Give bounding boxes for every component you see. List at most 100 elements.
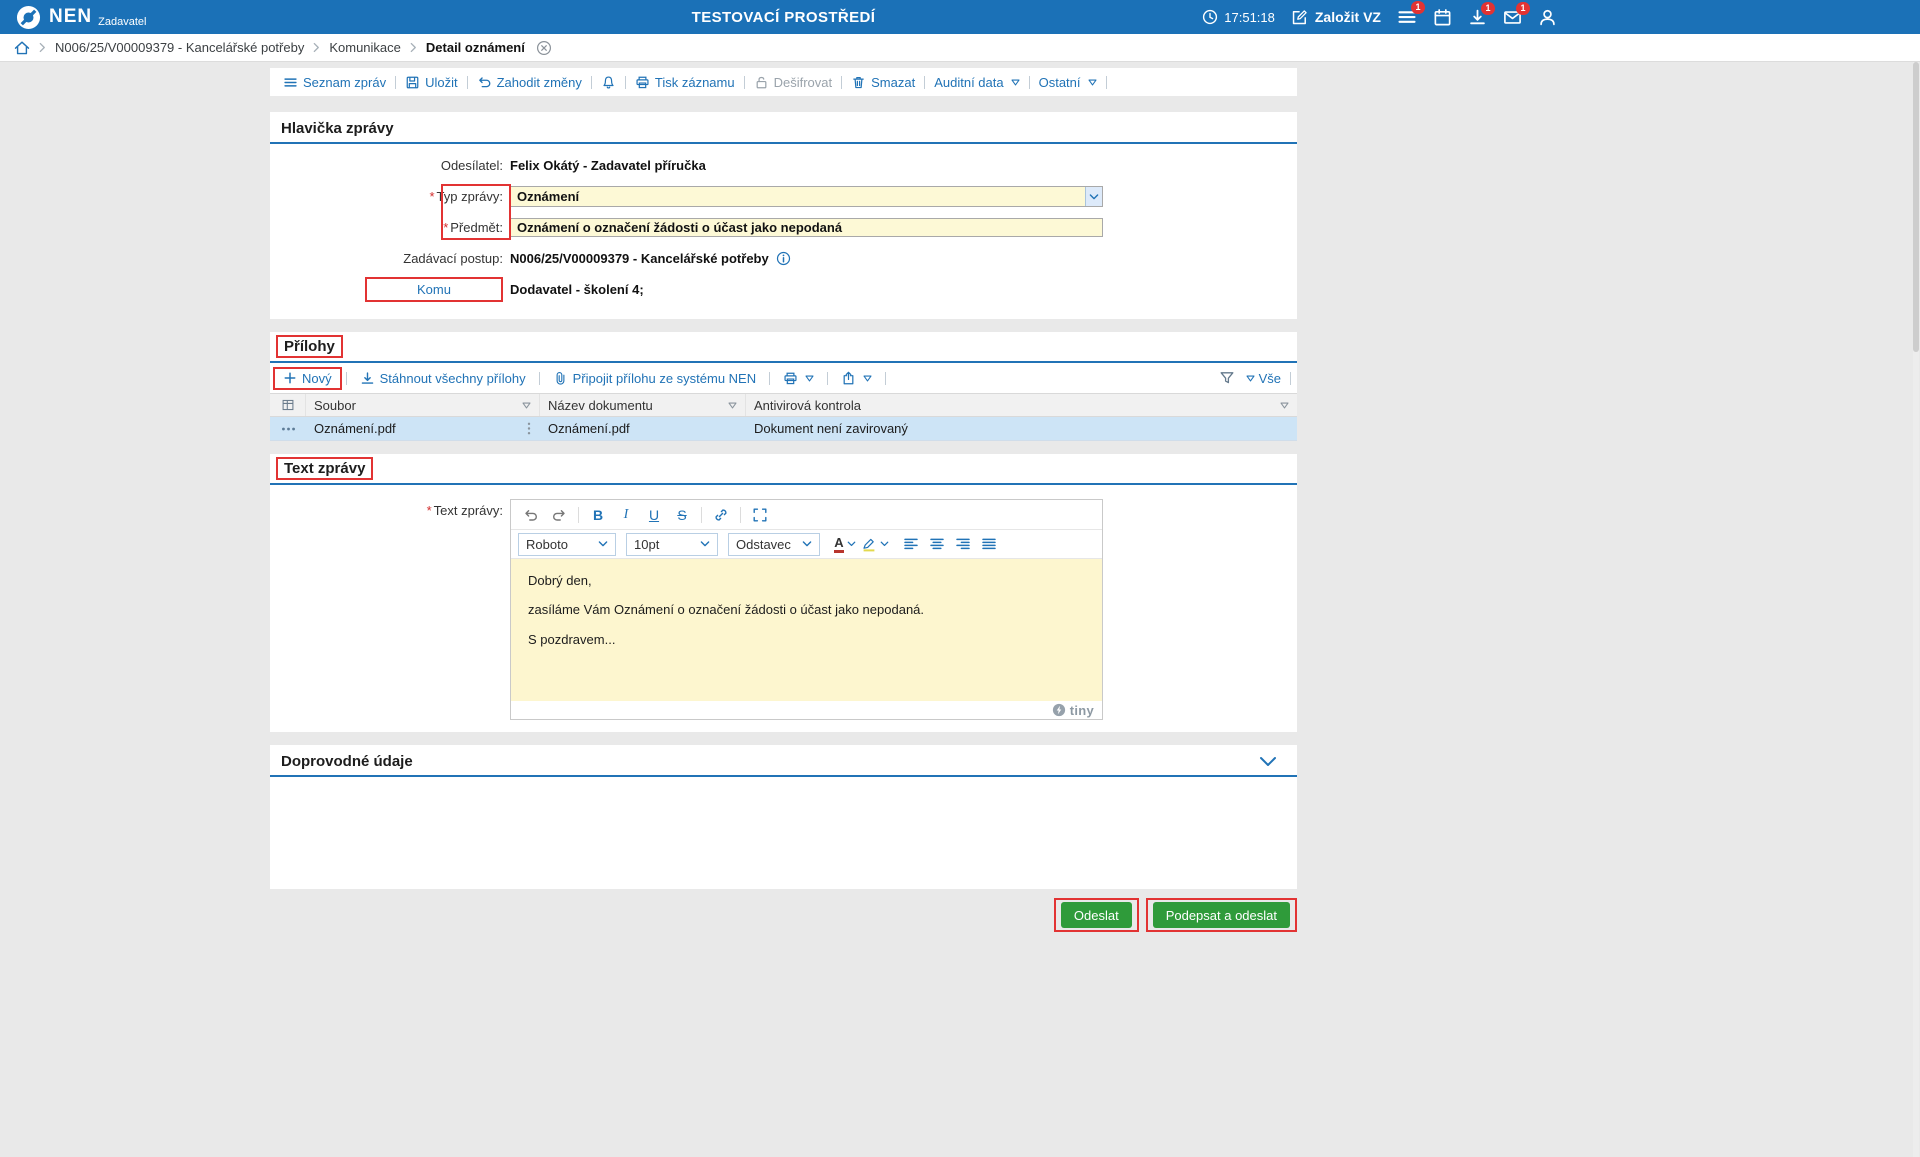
breadcrumb-item-komunikace[interactable]: Komunikace — [329, 40, 401, 55]
smazat-button[interactable]: Smazat — [842, 75, 924, 90]
row-menu-button[interactable] — [270, 417, 306, 440]
profile-button[interactable] — [1538, 8, 1557, 27]
filter-all-button[interactable]: Vše — [1244, 371, 1281, 386]
list-icon — [283, 75, 298, 90]
create-vz-button[interactable]: Založit VZ — [1291, 9, 1381, 26]
strikethrough-button[interactable]: S — [669, 503, 695, 527]
bold-button[interactable]: B — [585, 503, 611, 527]
align-justify-button[interactable] — [976, 532, 1002, 556]
table-row[interactable]: Oznámení.pdf Oznámení.pdf Dokument není … — [270, 417, 1297, 441]
redo-button[interactable] — [546, 503, 572, 527]
filter-chevron-icon[interactable] — [522, 402, 531, 409]
menu-button[interactable]: 1 — [1397, 7, 1417, 27]
printer-icon — [783, 371, 798, 386]
auditni-data-button[interactable]: Auditní data — [925, 75, 1028, 90]
column-header-soubor[interactable]: Soubor — [306, 394, 540, 416]
pripojit-prilohu-button[interactable]: Připojit přílohu ze systému NEN — [544, 371, 766, 386]
align-group — [898, 532, 1002, 556]
tisk-zaznamu-button[interactable]: Tisk záznamu — [626, 75, 744, 90]
cell-nazev[interactable]: Oznámení.pdf — [540, 417, 746, 440]
filter-chevron-icon[interactable] — [1280, 402, 1289, 409]
close-icon — [536, 40, 552, 56]
stahnout-vsechny-button[interactable]: Stáhnout všechny přílohy — [351, 371, 535, 386]
italic-button[interactable]: I — [613, 503, 639, 527]
close-tab-button[interactable] — [536, 40, 552, 56]
komu-link[interactable]: Komu — [367, 279, 501, 300]
unlock-icon — [754, 75, 769, 90]
editor-statusbar: tiny — [511, 701, 1102, 719]
cell-antivir[interactable]: Dokument není zavirovaný — [746, 417, 1297, 440]
chevron-down-icon — [1259, 756, 1277, 767]
underline-button[interactable]: U — [641, 503, 667, 527]
odeslat-button[interactable]: Odeslat — [1061, 902, 1132, 928]
ulozit-button[interactable]: Uložit — [396, 75, 467, 90]
font-size-select[interactable]: 10pt — [626, 533, 718, 556]
chevron-right-icon — [410, 42, 417, 53]
redo-icon — [551, 507, 567, 523]
home-button[interactable] — [14, 40, 30, 56]
column-header-antivir[interactable]: Antivirová kontrola — [746, 394, 1297, 416]
block-format-select[interactable]: Odstavec — [728, 533, 820, 556]
undo-button[interactable] — [518, 503, 544, 527]
column-header-nazev[interactable]: Název dokumentu — [540, 394, 746, 416]
screen: NEN Zadavatel TESTOVACÍ PROSTŘEDÍ 17:51:… — [0, 0, 1920, 932]
required-marker: * — [443, 220, 448, 235]
watchdog-button[interactable] — [592, 75, 625, 90]
collapse-section-button[interactable] — [1259, 756, 1283, 767]
ostatni-button[interactable]: Ostatní — [1030, 75, 1106, 90]
brand-subtitle: Zadavatel — [98, 16, 146, 28]
predmet-input[interactable]: Oznámení o označení žádosti o účast jako… — [510, 218, 1103, 237]
align-right-icon — [955, 536, 971, 552]
align-left-button[interactable] — [898, 532, 924, 556]
divider — [701, 507, 702, 523]
zahodit-zmeny-button[interactable]: Zahodit změny — [468, 75, 591, 90]
divider — [346, 372, 347, 385]
calendar-button[interactable] — [1433, 8, 1452, 27]
messages-button[interactable]: 1 — [1503, 8, 1522, 27]
print-attachments-button[interactable] — [774, 371, 823, 386]
align-center-icon — [929, 536, 945, 552]
text-color-icon: A — [834, 536, 843, 553]
chevron-down-icon[interactable] — [1085, 187, 1102, 206]
font-family-select[interactable]: Roboto — [518, 533, 616, 556]
predmet-label: *Předmět: — [270, 220, 510, 235]
scrollbar-thumb[interactable] — [1913, 62, 1919, 352]
clock: 17:51:18 — [1202, 9, 1275, 25]
highlight-color-button[interactable] — [860, 532, 890, 556]
export-attachments-button[interactable] — [832, 371, 881, 386]
novy-button[interactable]: Nový — [280, 371, 335, 386]
breadcrumb-item-procedure[interactable]: N006/25/V00009379 - Kancelářské potřeby — [55, 40, 304, 55]
save-icon — [405, 75, 420, 90]
cell-soubor[interactable]: Oznámení.pdf — [306, 417, 540, 440]
filter-chevron-icon[interactable] — [728, 402, 737, 409]
form-row-predmet: *Předmět: Oznámení o označení žádosti o … — [270, 212, 1297, 243]
drag-handle-icon[interactable] — [526, 421, 532, 436]
share-icon — [841, 371, 856, 386]
podepsat-odeslat-button[interactable]: Podepsat a odeslat — [1153, 902, 1290, 928]
align-center-button[interactable] — [924, 532, 950, 556]
chevron-down-icon — [700, 541, 710, 547]
align-right-button[interactable] — [950, 532, 976, 556]
chevron-right-icon — [39, 42, 46, 53]
editor-content[interactable]: Dobrý den, zasíláme Vám Oznámení o označ… — [511, 559, 1102, 701]
fullscreen-button[interactable] — [747, 503, 773, 527]
mail-badge: 1 — [1516, 2, 1530, 15]
text-color-button[interactable]: A — [830, 532, 860, 556]
downloads-button[interactable]: 1 — [1468, 8, 1487, 27]
ellipsis-icon — [281, 426, 296, 432]
desifrovat-button[interactable]: Dešifrovat — [745, 75, 842, 90]
nen-brand[interactable]: NEN Zadavatel — [16, 5, 148, 30]
paperclip-icon — [553, 371, 568, 386]
filter-button[interactable] — [1219, 370, 1235, 386]
info-icon[interactable] — [776, 251, 791, 266]
undo-icon — [523, 507, 539, 523]
typ-zpravy-select[interactable]: Oznámení — [510, 186, 1103, 207]
required-marker: * — [429, 189, 434, 204]
column-settings-button[interactable] — [270, 394, 306, 416]
scrollbar[interactable] — [1913, 62, 1919, 1157]
form-row-odesilatel: Odesílatel: Felix Okátý - Zadavatel přír… — [270, 150, 1297, 181]
insert-link-button[interactable] — [708, 503, 734, 527]
chevron-right-icon — [313, 42, 320, 53]
seznam-zprav-button[interactable]: Seznam zpráv — [274, 75, 395, 90]
editor-toolbar-row2: Roboto 10pt Odstavec A — [511, 530, 1102, 559]
